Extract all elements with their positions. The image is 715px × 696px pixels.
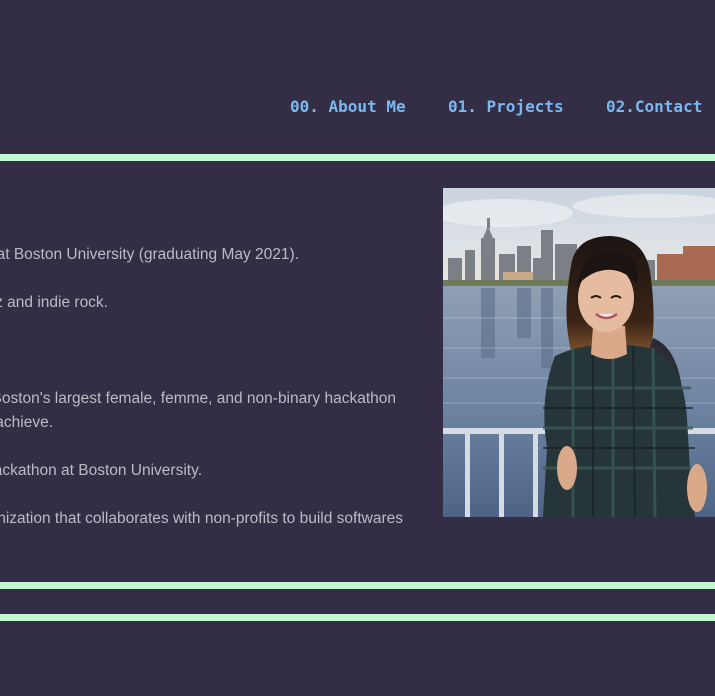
about-line: I am a member of a student-run organizat… [0,509,403,527]
nav-link-projects[interactable]: 01. Projects [448,97,564,117]
about-line: that empowers women and minorities to ac… [0,413,53,431]
divider-middle [0,582,715,589]
about-line: In my free time I enjoy listening to jaz… [0,293,108,311]
about-line: I am an organizer for Hack Beanpot, Bost… [0,389,396,407]
divider-bottom [0,614,715,621]
nav-link-contact[interactable]: 02.Contact [606,97,702,117]
about-line: I am a senior studying Computer Science … [0,245,299,263]
about-line: I was also a director of BU's largest ha… [0,461,202,479]
profile-photo [443,188,715,517]
about-me-section: I am a senior studying Computer Science … [0,0,420,560]
